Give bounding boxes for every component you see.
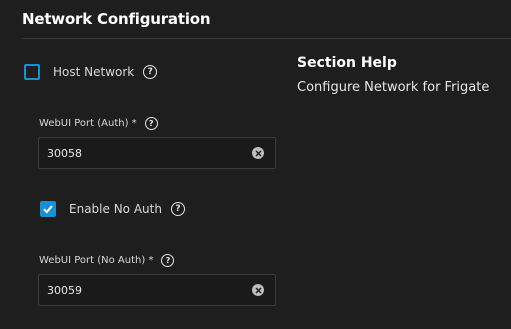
webui-port-auth-input[interactable]: 30058: [38, 137, 276, 169]
help-icon[interactable]: ?: [144, 117, 158, 130]
host-network-row: Host Network ?: [24, 64, 158, 80]
checkmark-icon: [43, 205, 53, 214]
enable-no-auth-label: Enable No Auth: [69, 202, 162, 216]
webui-port-auth-label: WebUI Port (Auth) *: [39, 118, 137, 129]
section-divider: [22, 38, 511, 39]
section-help-title: Section Help: [297, 55, 397, 71]
webui-port-auth-label-row: WebUI Port (Auth) * ?: [39, 117, 158, 130]
webui-port-auth-value: 30058: [47, 146, 82, 160]
network-configuration-panel: Network Configuration Host Network ? Web…: [0, 0, 511, 329]
enable-no-auth-row: Enable No Auth ?: [40, 201, 185, 217]
webui-port-no-auth-value: 30059: [47, 283, 82, 297]
enable-no-auth-checkbox[interactable]: [40, 201, 56, 217]
webui-port-no-auth-input[interactable]: 30059: [38, 274, 276, 306]
clear-icon[interactable]: [252, 284, 264, 296]
section-help-text: Configure Network for Frigate: [297, 80, 490, 95]
section-title: Network Configuration: [22, 10, 211, 28]
webui-port-no-auth-label-row: WebUI Port (No Auth) * ?: [39, 254, 175, 267]
host-network-label: Host Network: [53, 65, 135, 79]
webui-port-no-auth-label: WebUI Port (No Auth) *: [39, 255, 154, 266]
help-icon[interactable]: ?: [161, 254, 175, 267]
help-icon[interactable]: ?: [143, 65, 158, 79]
host-network-checkbox[interactable]: [24, 64, 40, 80]
help-icon[interactable]: ?: [170, 202, 185, 216]
clear-icon[interactable]: [252, 147, 264, 159]
